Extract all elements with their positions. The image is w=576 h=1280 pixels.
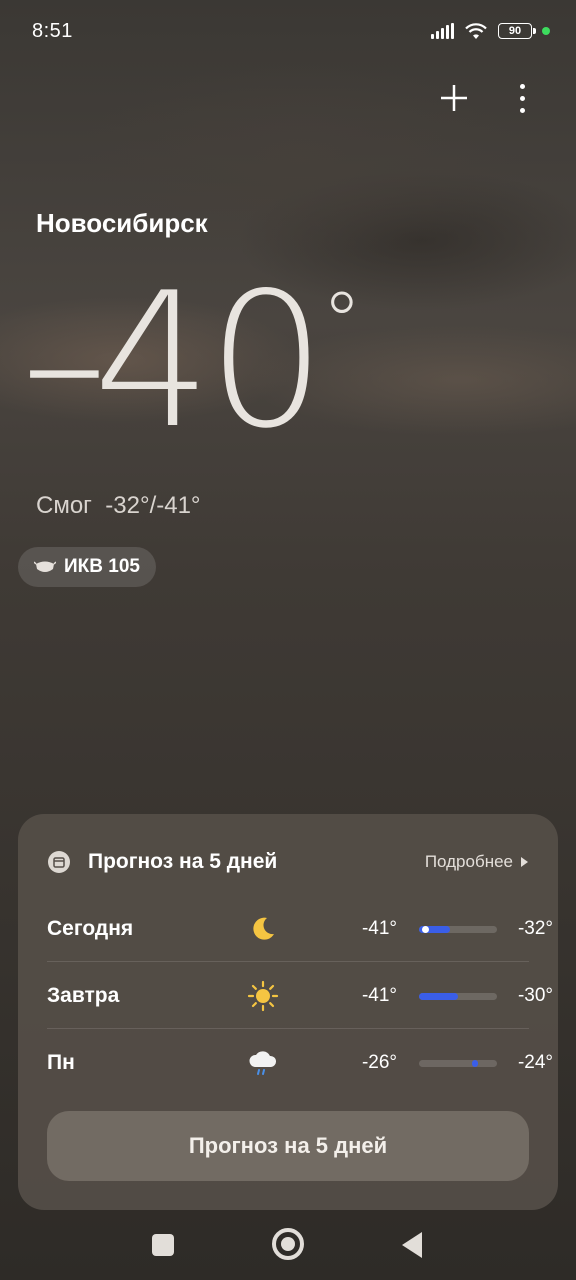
current-temp-dot [421,925,429,933]
temp-range-fill [472,1059,479,1067]
temp-range-fill [419,992,458,1000]
min-temp: -41° [361,985,397,1006]
day-name: Сегодня [47,917,134,940]
max-temp: -32° [517,918,553,939]
min-temp: -41° [361,918,397,939]
status-time: 8:51 [32,20,73,42]
day-name: Пн [47,1051,75,1074]
wifi-icon [465,23,487,39]
back-icon[interactable] [402,1232,422,1258]
forecast-card: Прогноз на 5 дней Подробнее Сегодня -41°… [18,814,558,1210]
max-temp: -30° [517,985,553,1006]
chevron-right-icon [521,857,528,867]
recent-apps-icon[interactable] [152,1234,174,1256]
forecast-title: Прогноз на 5 дней [88,850,278,873]
temperature-value: 40 [93,252,326,469]
add-city-button[interactable] [436,80,472,116]
home-icon[interactable] [272,1228,304,1260]
forecast-row-monday[interactable]: Пн -26° -24° [47,1030,553,1096]
temperature-sign: - [17,252,111,469]
more-vertical-icon [519,83,525,89]
sun-icon [247,980,279,1012]
temp-range-bar [419,925,497,933]
aqi-badge[interactable]: ИКВ 105 [18,547,156,587]
battery-level: 90 [508,25,522,37]
temp-range-bar [419,992,497,1000]
hi-lo-temperature: -32°/-41° [105,492,201,519]
calendar-icon [48,851,70,873]
plus-icon [441,85,467,111]
more-link[interactable]: Подробнее [425,852,528,872]
forecast-row-today[interactable]: Сегодня -41° -32° [47,896,553,962]
privacy-dot-icon [542,27,550,35]
weather-description: Смог -32°/-41° [36,492,201,520]
day-name: Завтра [47,984,120,1007]
temp-range-bar [419,1059,497,1067]
more-link-label: Подробнее [424,852,513,871]
battery-icon: 90 [498,23,536,39]
max-temp: -24° [517,1052,553,1073]
weather-condition: Смог [36,492,92,519]
more-options-button[interactable] [508,80,536,116]
moon-icon [247,913,279,945]
rain-cloud-icon [247,1047,279,1079]
aqi-label: ИКВ 105 [64,556,140,577]
forecast-header: Прогноз на 5 дней Подробнее [48,850,528,874]
mask-icon [34,561,56,572]
forecast-row-tomorrow[interactable]: Завтра -41° -30° [47,963,553,1029]
min-temp: -26° [361,1052,397,1073]
status-bar: 8:51 90 [0,0,576,70]
current-temperature: -40° [17,268,362,454]
degree-symbol: ° [321,275,362,368]
city-name: Новосибирск [36,208,208,238]
five-day-forecast-button[interactable]: Прогноз на 5 дней [47,1111,529,1181]
status-icons: 90 [431,22,550,40]
signal-icon [431,23,454,39]
navigation-bar [0,1212,576,1280]
